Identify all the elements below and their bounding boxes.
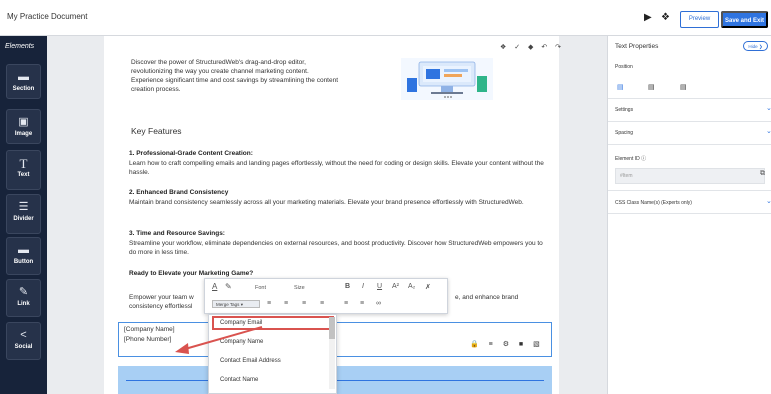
info-icon: ⓘ — [641, 156, 647, 162]
copy-icon[interactable]: ⧉ — [760, 170, 765, 178]
chevron-down-icon[interactable]: ⌄ — [766, 127, 771, 135]
hide-label: Hide — [748, 44, 758, 49]
align-center-icon[interactable]: ▤ — [648, 83, 655, 91]
settings-label[interactable]: Settings — [615, 107, 633, 113]
editor-app: My Practice Document ▶ ❖ Preview Save an… — [0, 0, 771, 394]
element-id-input[interactable]: #Item — [615, 168, 765, 184]
chevron-down-icon[interactable]: ⌄ — [766, 197, 771, 205]
divider — [608, 190, 771, 191]
css-class-label[interactable]: CSS Class Name(s) (Experts only) — [615, 200, 692, 206]
spacing-label[interactable]: Spacing — [615, 130, 633, 136]
align-right-icon[interactable]: ▤ — [680, 83, 687, 91]
divider — [608, 98, 771, 99]
element-id-label: Element ID ⓘ — [615, 155, 646, 162]
position-label: Position — [615, 64, 633, 70]
divider — [608, 213, 771, 214]
divider — [608, 144, 771, 145]
chevron-down-icon[interactable]: ⌄ — [766, 104, 771, 112]
element-id-text: Element ID — [615, 156, 640, 162]
align-left-icon[interactable]: ▤ — [617, 83, 624, 91]
divider — [608, 121, 771, 122]
panel-title: Text Properties — [615, 43, 659, 50]
properties-panel: Text Properties Hide ❯ Position ▤ ▤ ▤ Se… — [607, 36, 771, 394]
hide-button[interactable]: Hide ❯ — [743, 41, 768, 51]
